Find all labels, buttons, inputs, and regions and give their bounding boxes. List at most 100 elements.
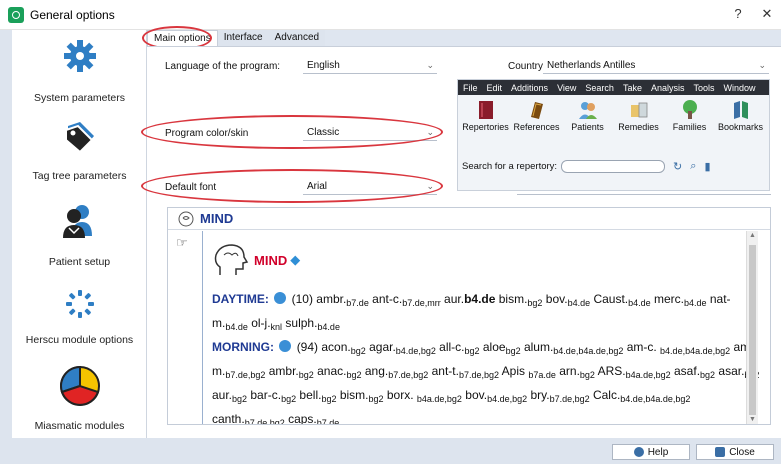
- book-small-icon: ▮: [704, 160, 711, 173]
- sidebar-item-system-parameters[interactable]: System parameters: [12, 38, 147, 104]
- preview-search-row: Search for a repertory: ↻ ⌕ ▮: [462, 158, 765, 174]
- default-font-label: Default font: [165, 182, 217, 193]
- font-preview-panel: MIND ☞ MIND ◆ DAYTIME: (10) ambr.b7.de a…: [167, 207, 771, 425]
- tool-label: Patients: [571, 122, 604, 132]
- main-panel: Main options Interface Advanced Language…: [141, 26, 781, 438]
- mind-chapter-title: MIND ◆: [212, 243, 300, 277]
- info-icon[interactable]: [279, 340, 292, 352]
- tool-label: Repertories: [462, 122, 509, 132]
- preview-menubar: File Edit Additions View Search Take Ana…: [458, 80, 769, 95]
- rubric-count: (10): [291, 292, 313, 306]
- help-button[interactable]: Help: [612, 444, 690, 460]
- close-button[interactable]: Close: [696, 444, 774, 460]
- vertical-scrollbar[interactable]: ▲ ▼: [746, 231, 758, 424]
- rubric-count: (94): [296, 340, 319, 354]
- tool-repertories: Repertories: [460, 99, 511, 132]
- close-icon[interactable]: ✕: [757, 6, 777, 22]
- country-select[interactable]: Netherlands Antilles ⌄: [543, 58, 769, 74]
- users-icon: [62, 205, 92, 238]
- menu-additions: Additions: [511, 82, 549, 93]
- color-skin-label: Program color/skin: [165, 128, 249, 139]
- color-skin-select[interactable]: Classic ⌄: [303, 125, 437, 141]
- default-font-select[interactable]: Arial ⌄: [303, 179, 437, 195]
- dotted-circle-icon: [65, 290, 94, 318]
- menu-take: Take: [622, 82, 642, 93]
- bookmarks-icon: [733, 101, 748, 119]
- close-window-icon: [715, 447, 726, 457]
- books-icon: [530, 102, 543, 119]
- menu-edit: Edit: [486, 82, 503, 93]
- sidebar-item-label: Patient setup: [48, 256, 111, 268]
- repertory-search-input: [561, 159, 666, 173]
- sidebar-item-label: System parameters: [33, 92, 126, 104]
- mind-body: ☞ MIND ◆ DAYTIME: (10) ambr.b7.de ant-c.…: [168, 231, 759, 425]
- pie-chart-icon: [59, 365, 100, 406]
- chevron-down-icon: ⌄: [426, 60, 434, 70]
- menu-tools: Tools: [693, 82, 715, 93]
- info-icon[interactable]: [274, 292, 287, 304]
- mind-title: MIND: [254, 252, 288, 268]
- chevron-down-icon: ⌄: [758, 60, 766, 70]
- tab-interface[interactable]: Interface: [217, 30, 269, 46]
- scroll-thumb[interactable]: [749, 245, 756, 415]
- mind-header-title: MIND: [200, 211, 234, 226]
- chevron-down-icon: ⌄: [426, 181, 434, 191]
- rubric-daytime[interactable]: DAYTIME:: [212, 292, 269, 306]
- app-icon: [8, 6, 24, 23]
- chevron-down-icon: ⌄: [426, 127, 434, 137]
- patients-icon: [578, 102, 597, 119]
- help-icon[interactable]: ?: [728, 6, 748, 21]
- help-circle-icon: [633, 447, 644, 457]
- tab-main-options[interactable]: Main options: [147, 30, 218, 46]
- tool-references: References: [511, 99, 562, 132]
- pointing-hand-icon: ☞: [176, 235, 188, 250]
- sidebar-item-patient-setup[interactable]: Patient setup: [12, 202, 147, 268]
- language-value: English: [307, 60, 340, 71]
- title-bar: General options ? ✕: [0, 0, 781, 30]
- help-button-label: Help: [647, 446, 669, 458]
- scroll-up-icon[interactable]: ▲: [749, 232, 756, 239]
- sidebar-item-herscu-module-options[interactable]: Herscu module options: [12, 286, 147, 346]
- head-outline-icon: [214, 244, 249, 275]
- language-select[interactable]: English ⌄: [303, 58, 437, 74]
- rubric-text: DAYTIME: (10) ambr.b7.de ant-c.b7.de,mrr…: [212, 292, 759, 425]
- gear-icon: [63, 40, 96, 72]
- diamond-arrow-icon: ◆: [290, 252, 301, 267]
- menu-window: Window: [723, 82, 756, 93]
- tags-icon: [64, 122, 94, 154]
- sidebar-item-miasmatic-modules[interactable]: Miasmatic modules: [12, 364, 147, 432]
- language-label: Language of the program:: [165, 61, 281, 72]
- tool-patients: Patients: [562, 99, 613, 132]
- default-font-value: Arial: [307, 181, 328, 192]
- sidebar-item-label: Herscu module options: [25, 334, 134, 346]
- color-skin-value: Classic: [307, 127, 340, 138]
- tool-bookmarks: Bookmarks: [715, 99, 766, 132]
- remedies-icon: [630, 102, 647, 118]
- sidebar-item-label: Miasmatic modules: [34, 420, 125, 432]
- tool-families: Families: [664, 99, 715, 132]
- close-button-label: Close: [729, 446, 755, 458]
- refresh-icon: ↻: [673, 160, 683, 173]
- menu-view: View: [557, 82, 577, 93]
- menu-analysis: Analysis: [650, 82, 685, 93]
- tool-remedies: Remedies: [613, 99, 664, 132]
- country-label: Country: [508, 61, 544, 72]
- dialog-footer: Help Close: [0, 438, 781, 464]
- country-value: Netherlands Antilles: [547, 60, 636, 71]
- tool-label: Remedies: [618, 122, 659, 132]
- find-icon: ⌕: [690, 159, 697, 172]
- tree-line: [202, 231, 203, 424]
- tool-label: Families: [672, 122, 707, 132]
- search-label: Search for a repertory:: [462, 160, 558, 172]
- preview-toolbar: Repertories References Patients Remedies…: [458, 95, 769, 132]
- menu-search: Search: [585, 82, 614, 93]
- book-icon: [478, 101, 493, 119]
- tab-advanced[interactable]: Advanced: [268, 30, 326, 46]
- scroll-down-icon[interactable]: ▼: [749, 416, 756, 423]
- sidebar-item-tag-tree-parameters[interactable]: Tag tree parameters: [12, 118, 147, 182]
- tool-label: References: [513, 122, 560, 132]
- tree-icon: [682, 100, 697, 119]
- window-title: General options: [30, 7, 115, 22]
- rubric-morning[interactable]: MORNING:: [212, 340, 274, 354]
- skin-preview: File Edit Additions View Search Take Ana…: [457, 79, 770, 191]
